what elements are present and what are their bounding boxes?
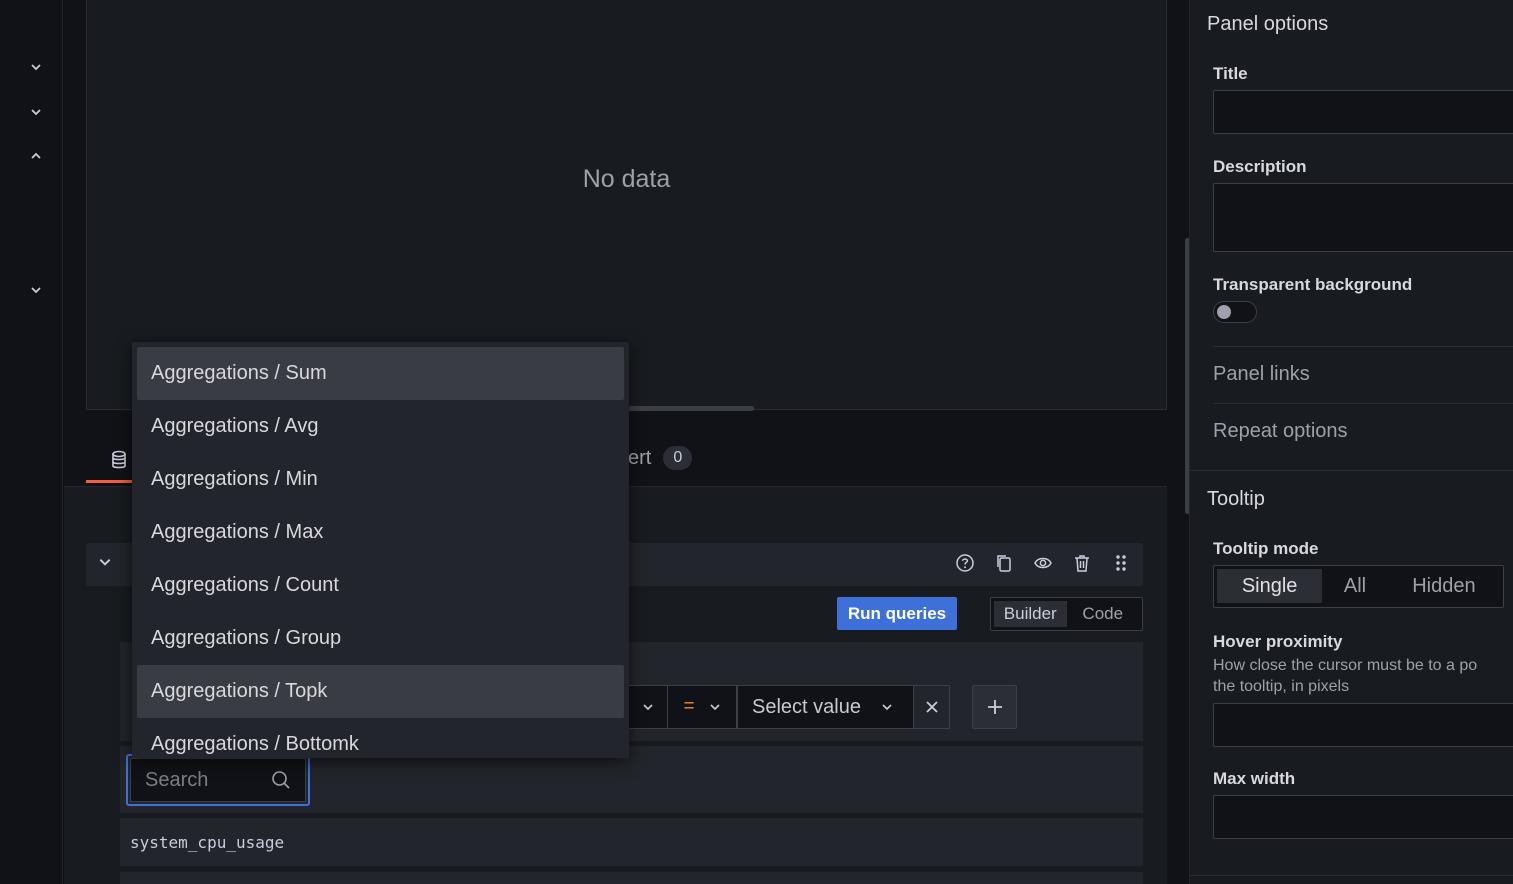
trash-icon[interactable] — [1072, 553, 1092, 573]
chevron-down-icon — [709, 704, 720, 711]
editor-mode-toggle: Builder Code — [990, 597, 1143, 631]
value-placeholder: Select value — [752, 695, 861, 718]
operations-search — [126, 754, 310, 806]
tab-alert-label: ert — [628, 446, 652, 469]
run-queries-button[interactable]: Run queries — [837, 597, 957, 630]
label-select[interactable] — [628, 685, 668, 729]
tooltip-mode-all[interactable]: All — [1322, 569, 1388, 603]
add-filter-button[interactable] — [972, 685, 1017, 729]
active-tab-indicator — [86, 480, 132, 483]
hover-proximity-help: the tooltip, in pixels — [1213, 678, 1350, 695]
tooltip-mode-hidden[interactable]: Hidden — [1388, 569, 1500, 603]
description-textarea[interactable] — [1213, 183, 1513, 252]
metric-name[interactable]: system_cpu_usage — [120, 818, 1143, 866]
dropdown-item[interactable]: Aggregations / Sum — [137, 347, 624, 400]
remove-filter-button[interactable] — [913, 685, 950, 729]
dropdown-item[interactable]: Aggregations / Topk — [137, 665, 624, 718]
value-select[interactable]: Select value — [737, 685, 914, 729]
no-data-text: No data — [582, 165, 671, 193]
operator-select[interactable]: = — [667, 685, 737, 729]
divider — [1190, 470, 1513, 471]
hover-proximity-label: Hover proximity — [1213, 632, 1343, 651]
mode-builder[interactable]: Builder — [994, 601, 1067, 627]
drag-handle-icon[interactable] — [1111, 553, 1131, 573]
hover-proximity-help: How close the cursor must be to a po — [1213, 657, 1478, 674]
help-icon[interactable] — [955, 553, 975, 573]
dropdown-item[interactable]: Aggregations / Min — [137, 453, 624, 506]
transparent-label: Transparent background — [1213, 275, 1413, 294]
chevron-down-icon — [643, 704, 653, 711]
panel-options-heading[interactable]: Panel options — [1207, 13, 1328, 36]
divider — [1213, 403, 1513, 404]
hover-proximity-input[interactable] — [1213, 703, 1513, 747]
operator-value: = — [683, 696, 695, 717]
max-width-label: Max width — [1213, 769, 1296, 788]
horizontal-scrollbar[interactable] — [628, 406, 754, 411]
dropdown-item[interactable]: Aggregations / Bottomk — [137, 718, 624, 758]
dropdown-item[interactable]: Aggregations / Max — [137, 506, 624, 559]
duplicate-icon[interactable] — [994, 553, 1014, 573]
tooltip-mode-single[interactable]: Single — [1217, 569, 1323, 603]
close-icon — [925, 701, 938, 713]
tooltip-mode-group: Single All Hidden — [1213, 565, 1504, 608]
search-input[interactable] — [145, 768, 255, 792]
plus-icon — [987, 700, 1002, 714]
description-label: Description — [1213, 157, 1307, 176]
chevron-down-icon[interactable] — [26, 102, 46, 122]
search-icon — [272, 771, 290, 789]
alert-count-badge: 0 — [663, 446, 693, 470]
dropdown-item[interactable]: Aggregations / Group — [137, 612, 624, 665]
query-actions — [955, 553, 1131, 573]
repeat-options-section[interactable]: Repeat options — [1213, 420, 1348, 443]
dropdown-item[interactable]: Aggregations / Avg — [137, 400, 624, 453]
left-sidebar — [0, 0, 63, 884]
mode-code[interactable]: Code — [1067, 601, 1140, 627]
tab-alert[interactable]: ert 0 — [628, 446, 693, 470]
eye-icon[interactable] — [1033, 553, 1053, 573]
tooltip-heading[interactable]: Tooltip — [1207, 488, 1265, 511]
transparent-toggle[interactable] — [1213, 301, 1257, 323]
chevron-up-icon[interactable] — [26, 146, 46, 166]
operations-dropdown: Aggregations / Sum Aggregations / Avg Ag… — [132, 342, 629, 758]
panel-links-section[interactable]: Panel links — [1213, 363, 1310, 386]
max-width-input[interactable] — [1213, 795, 1513, 839]
title-label: Title — [1213, 64, 1248, 83]
divider — [1190, 875, 1513, 876]
title-input[interactable] — [1213, 90, 1513, 134]
chevron-down-icon[interactable] — [26, 57, 46, 77]
database-icon[interactable] — [110, 450, 128, 470]
next-row — [120, 872, 1143, 884]
tooltip-mode-label: Tooltip mode — [1213, 539, 1319, 558]
divider — [1213, 346, 1513, 347]
options-pane: Panel options Title Description Transpar… — [1189, 0, 1513, 884]
chevron-down-icon[interactable] — [26, 280, 46, 300]
chevron-down-icon[interactable] — [98, 555, 116, 573]
chevron-down-icon — [882, 704, 892, 711]
dropdown-item[interactable]: Aggregations / Count — [137, 559, 624, 612]
